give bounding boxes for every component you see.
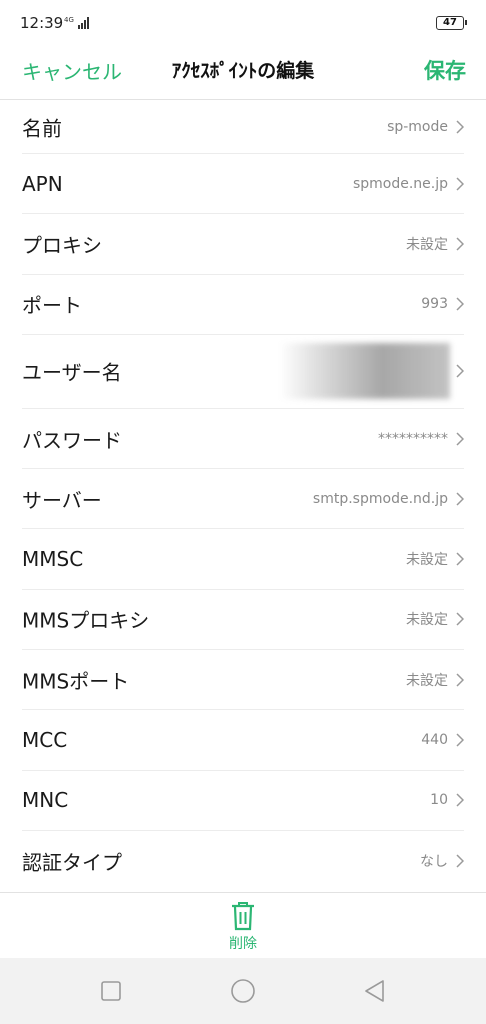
row-label: MMSC [22, 547, 84, 572]
row-value: 未設定 [406, 236, 448, 253]
app-header: キャンセル ｱｸｾｽﾎﾟｲﾝﾄの編集 保存 [0, 44, 486, 100]
system-nav-bar [0, 958, 486, 1024]
row-mnc[interactable]: MNC 10 [22, 771, 464, 831]
row-label: パスワード [22, 428, 122, 453]
row-value: sp-mode [387, 118, 448, 135]
status-bar: 12:39 4G 47 [0, 0, 486, 44]
square-icon[interactable] [96, 976, 126, 1006]
row-password[interactable]: パスワード ********** [22, 409, 464, 470]
battery-icon: 47 [436, 16, 467, 30]
bottom-toolbar: 削除 [0, 892, 486, 959]
chevron-right-icon [456, 552, 464, 566]
network-type-label: 4G [64, 16, 74, 24]
row-label: プロキシ [22, 233, 102, 258]
chevron-right-icon [456, 612, 464, 626]
row-proxy[interactable]: プロキシ 未設定 [22, 214, 464, 275]
delete-label: 削除 [229, 936, 257, 952]
row-label: 名前 [22, 116, 62, 140]
row-auth-type[interactable]: 認証タイプ なし [22, 831, 464, 891]
screen: 12:39 4G 47 キャンセル ｱｸｾｽﾎﾟｲﾝﾄの編集 保存 名前 sp-… [0, 0, 486, 1024]
redacted-value-blur [280, 342, 450, 399]
row-label: MMSポート [22, 669, 130, 694]
row-value: spmode.ne.jp [352, 175, 448, 192]
trash-icon [232, 902, 254, 931]
delete-button[interactable]: 削除 [218, 901, 268, 957]
row-value: 未設定 [406, 672, 448, 689]
chevron-right-icon [456, 854, 464, 868]
row-value: smtp.spmode.nd.jp [312, 490, 448, 507]
chevron-right-icon [456, 297, 464, 311]
chevron-right-icon [456, 364, 464, 378]
chevron-right-icon [456, 793, 464, 807]
chevron-right-icon [456, 119, 464, 134]
row-label: MMSプロキシ [22, 608, 150, 633]
row-mcc[interactable]: MCC 440 [22, 710, 464, 771]
chevron-right-icon [456, 237, 464, 251]
circle-icon[interactable] [228, 976, 258, 1006]
row-label: ユーザー名 [22, 360, 122, 385]
row-label: APN [22, 171, 63, 196]
row-value: ********** [378, 430, 448, 447]
row-label: MNC [22, 788, 69, 813]
triangle-back-icon[interactable] [360, 976, 390, 1006]
row-value: 993 [421, 296, 448, 313]
row-apn[interactable]: APN spmode.ne.jp [22, 154, 464, 215]
row-value: なし [420, 854, 448, 871]
row-label: サーバー [22, 488, 102, 513]
row-server[interactable]: サーバー smtp.spmode.nd.jp [22, 469, 464, 530]
row-label: ポート [22, 293, 82, 318]
row-mmsc[interactable]: MMSC 未設定 [22, 529, 464, 590]
row-value: 10 [430, 792, 448, 809]
row-value: 440 [421, 732, 448, 749]
chevron-right-icon [456, 432, 464, 446]
row-name[interactable]: 名前 sp-mode [22, 100, 464, 154]
row-label: 認証タイプ [22, 850, 122, 875]
row-port[interactable]: ポート 993 [22, 275, 464, 335]
chevron-right-icon [456, 733, 464, 747]
status-time: 12:39 [20, 14, 64, 32]
chevron-right-icon [456, 492, 464, 506]
chevron-right-icon [456, 673, 464, 687]
row-mms-proxy[interactable]: MMSプロキシ 未設定 [22, 590, 464, 651]
row-value: 未設定 [406, 552, 448, 569]
row-value: 未設定 [406, 612, 448, 629]
cancel-button[interactable]: キャンセル [22, 56, 122, 85]
row-mms-port[interactable]: MMSポート 未設定 [22, 650, 464, 711]
row-label: MCC [22, 728, 68, 753]
chevron-right-icon [456, 177, 464, 191]
apn-settings-list: 名前 sp-mode APN spmode.ne.jp プロキシ 未設定 ポート… [0, 100, 486, 891]
save-button[interactable]: 保存 [424, 55, 466, 85]
signal-bars-icon: 4G [64, 16, 89, 29]
row-username[interactable]: ユーザー名 [22, 335, 464, 409]
